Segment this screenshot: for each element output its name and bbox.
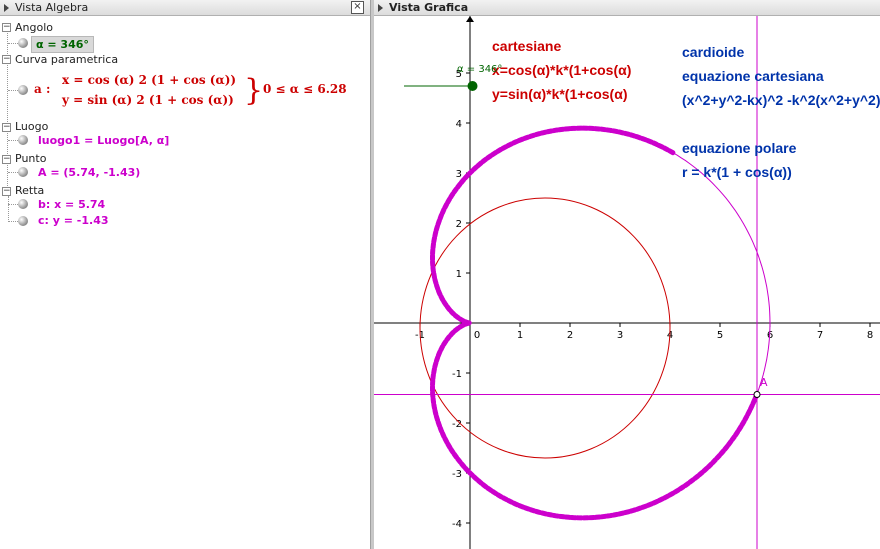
text-cardioide-line-4 [682,112,880,136]
collapse-angolo-icon[interactable]: − [2,23,11,32]
visibility-toggle-curve-a[interactable] [18,85,28,95]
tree-line [8,196,9,222]
curve-brace: } [244,73,264,108]
point-a[interactable]: A = (5.74, -1.43) [38,165,140,180]
text-cartesiane-line-1: cartesiane [492,38,562,54]
x-tick-label: 3 [617,330,623,341]
x-tick-label: 5 [717,330,723,341]
tree-branch [8,43,18,44]
y-axis-arrow-icon [466,16,474,22]
category-luogo[interactable]: Luogo [15,119,48,134]
category-retta[interactable]: Retta [15,183,44,198]
tree-line [7,26,8,196]
graphics-view: Vista Grafica -1 0 1 2 3 4 5 6 7 8 5 4 3 2 1 -1 -2 -3 -4 c… [374,0,880,549]
tree-branch [8,172,18,173]
x-tick-label: 2 [567,330,573,341]
y-tick-label: -3 [452,469,462,480]
tree-branch [8,90,18,91]
collapse-arrow-icon[interactable] [378,4,383,12]
curve-a-y-equation[interactable]: y = sin (α) 2 (1 + cos (α)) [62,93,234,108]
slider-alpha-label: α = 346° [457,64,503,75]
graphics-view-titlebar[interactable]: Vista Grafica [374,0,880,16]
x-tick-label: 7 [817,330,823,341]
algebra-view: Vista Algebra × − Angolo α = 346° − Curv… [0,0,370,549]
visibility-toggle-alpha[interactable] [18,38,28,48]
x-tick-label: 8 [867,330,873,341]
text-cardioide-line-6: r = k*(1 + cos(α)) [682,164,792,180]
x-tick-label: 1 [517,330,523,341]
text-cartesiane-line-3: y=sin(α)*k*(1+cos(α) [492,86,628,102]
text-cartesiane-line-2: x=cos(α)*k*(1+cos(α) [492,62,632,78]
curve-a-x-equation[interactable]: x = cos (α) 2 (1 + cos (α)) [62,73,236,88]
line-c[interactable]: c: y = -1.43 [38,213,109,228]
y-tick-label: 3 [456,169,462,180]
tree-branch [8,140,18,141]
visibility-toggle-luogo1[interactable] [18,135,28,145]
text-cardioide-line-2: equazione cartesiana [682,68,824,84]
visibility-toggle-point-a[interactable] [18,167,28,177]
algebra-view-title: Vista Algebra [15,1,89,14]
text-cartesiane-block[interactable]: cartesiane x=cos(α)*k*(1+cos(α) y=sin(α)… [492,34,631,106]
algebra-view-titlebar[interactable]: Vista Algebra × [0,0,370,16]
curve-a-name[interactable]: a : [34,82,50,97]
collapse-arrow-icon[interactable] [4,4,9,12]
category-curva-parametrica[interactable]: Curva parametrica [15,52,118,67]
text-cardioide-line-1: cardioide [682,44,745,60]
line-b[interactable]: b: x = 5.74 [38,197,105,212]
tree-branch [8,204,18,205]
y-tick-label: -4 [452,519,462,530]
graphics-view-title: Vista Grafica [389,1,469,14]
y-tick-label: 4 [456,119,462,130]
text-cardioide-line-3: (x^2+y^2-kx)^2 -k^2(x^2+y^2)=0 [682,92,880,108]
x-tick-label: 0 [474,330,480,341]
text-cardioide-line-5: equazione polare [682,140,797,156]
visibility-toggle-line-b[interactable] [18,199,28,209]
collapse-punto-icon[interactable]: − [2,155,11,164]
curve-a-range: 0 ≤ α ≤ 6.28 [263,82,347,96]
collapse-luogo-icon[interactable]: − [2,123,11,132]
angle-alpha[interactable]: α = 346° [31,36,94,53]
tree-branch [8,221,18,222]
close-icon[interactable]: × [351,1,364,14]
point-a-label: A [760,376,768,389]
category-punto[interactable]: Punto [15,151,46,166]
collapse-retta-icon[interactable]: − [2,187,11,196]
text-cardioide-block[interactable]: cardioide equazione cartesiana (x^2+y^2-… [682,40,880,184]
collapse-curva-icon[interactable]: − [2,55,11,64]
slider-alpha-handle [467,81,478,91]
category-angolo[interactable]: Angolo [15,20,53,35]
visibility-toggle-line-c[interactable] [18,216,28,226]
point-a [753,391,761,398]
y-tick-label: 1 [456,269,462,280]
y-tick-label: 2 [456,219,462,230]
locus-luogo1[interactable]: luogo1 = Luogo[A, α] [38,133,169,148]
y-tick-label: -1 [452,369,462,380]
